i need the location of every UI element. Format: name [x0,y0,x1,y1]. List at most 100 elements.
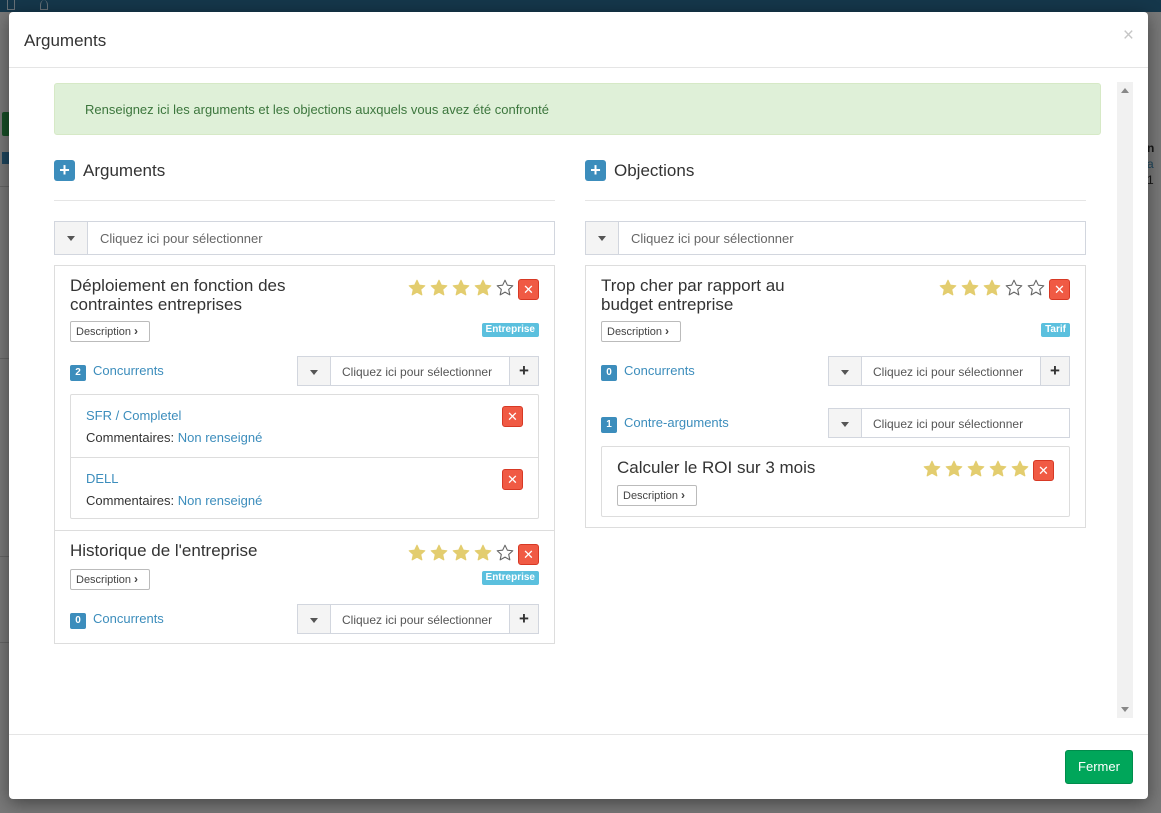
objection-item: Trop cher par rapport au budget entrepri… [586,266,1085,527]
category-tag: Tarif [1041,323,1070,337]
concurrents-link[interactable]: Concurrents [93,611,164,626]
star-empty-icon[interactable] [1027,279,1045,297]
star-filled-icon[interactable] [430,279,448,297]
description-label: Description [623,490,679,502]
description-button[interactable]: Description › [617,485,697,506]
chevron-right-icon: › [134,324,139,338]
rating-stars[interactable] [408,279,518,297]
star-filled-icon[interactable] [430,544,448,562]
category-tag: Entreprise [481,323,539,337]
contre-arguments-count: 1 [601,417,617,433]
concurrents-link[interactable]: Concurrents [93,363,164,378]
delete-contre-argument-button[interactable]: ✕ [1033,460,1054,481]
star-filled-icon[interactable] [961,279,979,297]
star-empty-icon[interactable] [1005,279,1023,297]
star-filled-icon[interactable] [408,279,426,297]
concurrents-select[interactable]: Cliquez ici pour sélectionner + [297,604,539,634]
concurrent-name[interactable]: SFR / Completel [86,408,181,423]
objections-header: + Objections [585,157,1086,201]
concurrent-item: SFR / Completel Commentaires: Non rensei… [71,395,538,457]
arguments-list: Déploiement en fonction des contraintes … [54,265,555,644]
delete-objection-button[interactable]: ✕ [1049,279,1070,300]
arguments-select[interactable]: Cliquez ici pour sélectionner [54,221,555,255]
rating-stars[interactable] [408,544,518,562]
dropdown-toggle[interactable] [298,357,331,385]
scroll-up-icon[interactable] [1121,88,1129,93]
description-button[interactable]: Description › [70,321,150,342]
concurrents-count: 0 [601,365,617,381]
dropdown-toggle[interactable] [829,409,862,437]
add-concurrent-button[interactable]: + [1040,357,1069,385]
contre-arguments-link[interactable]: Contre-arguments [624,415,729,430]
chevron-right-icon: › [681,488,686,502]
star-filled-icon[interactable] [452,279,470,297]
concurrents-list: SFR / Completel Commentaires: Non rensei… [70,394,539,519]
description-button[interactable]: Description › [601,321,681,342]
concurrent-comment: Commentaires: Non renseigné [86,430,262,445]
delete-argument-button[interactable]: ✕ [518,544,539,565]
arguments-title: Arguments [83,161,166,180]
contre-arguments-placeholder: Cliquez ici pour sélectionner [873,417,1024,431]
category-tag: Entreprise [481,571,539,585]
star-filled-icon[interactable] [452,544,470,562]
modal-title: Arguments [24,31,107,50]
objections-select[interactable]: Cliquez ici pour sélectionner [585,221,1086,255]
concurrent-comment: Commentaires: Non renseigné [86,493,262,508]
comment-value[interactable]: Non renseigné [178,430,263,445]
contre-arguments-row: 1 Contre-arguments Cliquez ici pour séle… [601,408,1071,438]
modal-header: Arguments × [9,12,1148,68]
info-alert: Renseignez ici les arguments et les obje… [54,83,1101,135]
dropdown-toggle[interactable] [829,357,862,385]
rating-stars[interactable] [939,279,1049,297]
comment-label: Commentaires: [86,493,175,508]
concurrents-placeholder: Cliquez ici pour sélectionner [873,365,1024,379]
star-filled-icon[interactable] [923,460,941,478]
description-label: Description [607,326,663,338]
star-filled-icon[interactable] [983,279,1001,297]
dropdown-toggle[interactable] [298,605,331,633]
concurrents-link[interactable]: Concurrents [624,363,695,378]
plus-icon[interactable]: + [585,160,606,181]
dropdown-toggle[interactable] [586,222,619,254]
scroll-down-icon[interactable] [1121,707,1129,712]
concurrents-select[interactable]: Cliquez ici pour sélectionner + [297,356,539,386]
contre-arguments-select[interactable]: Cliquez ici pour sélectionner [828,408,1070,438]
description-button[interactable]: Description › [70,569,150,590]
objections-list: Trop cher par rapport au budget entrepri… [585,265,1086,528]
delete-concurrent-button[interactable]: ✕ [502,406,523,427]
star-filled-icon[interactable] [939,279,957,297]
plus-icon[interactable]: + [54,160,75,181]
chevron-right-icon: › [134,572,139,586]
modal-scrollbar[interactable] [1117,82,1133,718]
rating-stars[interactable] [923,460,1033,478]
dropdown-toggle[interactable] [55,222,88,254]
close-button[interactable]: Fermer [1065,750,1133,784]
star-filled-icon[interactable] [1011,460,1029,478]
add-concurrent-button[interactable]: + [509,605,538,633]
argument-item: Historique de l'entreprise ✕ Description… [55,530,554,643]
concurrent-name[interactable]: DELL [86,471,119,486]
comment-value[interactable]: Non renseigné [178,493,263,508]
star-filled-icon[interactable] [989,460,1007,478]
concurrents-placeholder: Cliquez ici pour sélectionner [342,613,493,627]
star-filled-icon[interactable] [967,460,985,478]
chevron-right-icon: › [665,324,670,338]
delete-argument-button[interactable]: ✕ [518,279,539,300]
star-filled-icon[interactable] [945,460,963,478]
modal-footer: Fermer [9,734,1148,799]
star-filled-icon[interactable] [408,544,426,562]
argument-item: Déploiement en fonction des contraintes … [55,266,554,530]
close-icon[interactable]: × [1123,26,1134,46]
caret-down-icon [841,370,849,375]
argument-title: Déploiement en fonction des contraintes … [70,276,286,314]
star-filled-icon[interactable] [474,279,492,297]
star-filled-icon[interactable] [474,544,492,562]
caret-down-icon [598,236,606,241]
add-concurrent-button[interactable]: + [509,357,538,385]
star-empty-icon[interactable] [496,544,514,562]
contre-argument-item: Calculer le ROI sur 3 mois ✕ Description… [601,446,1070,517]
delete-concurrent-button[interactable]: ✕ [502,469,523,490]
arguments-modal: Arguments × Renseignez ici les arguments… [9,12,1148,799]
star-empty-icon[interactable] [496,279,514,297]
concurrents-select[interactable]: Cliquez ici pour sélectionner + [828,356,1070,386]
